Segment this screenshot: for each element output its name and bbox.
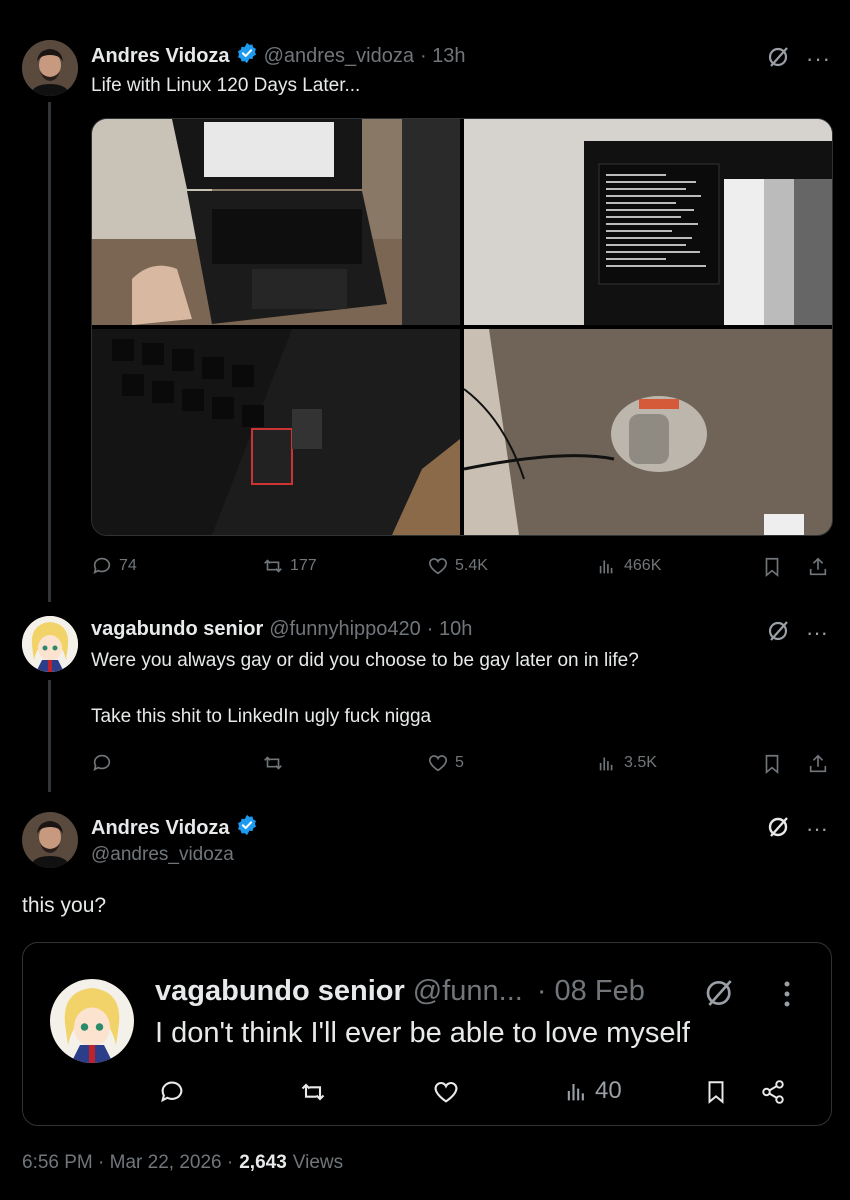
quoted-avatar[interactable] [50, 979, 134, 1063]
like-icon [428, 558, 448, 575]
avatar-vagabundo[interactable] [22, 616, 78, 672]
reply-button[interactable]: 74 [91, 555, 137, 577]
more-icon[interactable]: ··· [806, 620, 828, 646]
retweet-icon [264, 559, 282, 573]
tweet-text: this you? [22, 894, 107, 917]
more-icon[interactable]: ··· [806, 816, 828, 842]
timestamp[interactable]: · 10h [427, 618, 473, 641]
like-count: 5.4K [455, 557, 488, 574]
avatar-andres[interactable] [22, 812, 78, 868]
verified-badge-icon [236, 42, 258, 70]
retweet-button[interactable]: 177 [262, 555, 317, 577]
more-icon[interactable]: ··· [806, 46, 831, 72]
media-image-terminal[interactable] [464, 119, 832, 325]
reply-icon[interactable] [157, 1077, 187, 1107]
like-count: 5 [455, 754, 464, 771]
author-name[interactable]: vagabundo senior [91, 618, 263, 641]
more-vertical-icon[interactable] [781, 979, 793, 1009]
verified-badge-icon [236, 814, 258, 842]
retweet-button[interactable] [262, 752, 284, 774]
like-icon [428, 755, 448, 772]
author-name[interactable]: Andres Vidoza [91, 817, 230, 840]
views-icon [599, 757, 613, 771]
grok-icon[interactable] [766, 44, 792, 70]
quoted-text: I don't think I'll ever be able to love … [155, 1017, 690, 1049]
tweet-text: Life with Linux 120 Days Later... [91, 75, 361, 96]
retweet-icon [264, 756, 282, 770]
views-icon [567, 1084, 584, 1101]
bookmark-icon[interactable] [760, 555, 784, 579]
bookmark-icon[interactable] [760, 752, 784, 776]
share-network-icon[interactable] [758, 1077, 788, 1107]
grok-icon[interactable] [766, 618, 792, 644]
views-count: 3.5K [624, 754, 657, 771]
footer-views-count: 2,643 [239, 1152, 287, 1173]
footer-timestamp[interactable]: 6:56 PM · Mar 22, 2026 · [22, 1152, 233, 1174]
grok-icon[interactable] [766, 814, 792, 840]
quoted-author-name[interactable]: vagabundo senior [155, 975, 405, 1008]
thread-line [48, 680, 51, 792]
tweet-footer: 6:56 PM · Mar 22, 2026 · 2,643 Views [22, 1152, 343, 1174]
thread-line [48, 102, 51, 602]
reply-button[interactable] [91, 752, 113, 774]
share-icon[interactable] [806, 555, 830, 579]
share-icon[interactable] [806, 752, 830, 776]
author-name[interactable]: Andres Vidoza [91, 45, 230, 68]
reply-icon [93, 754, 111, 771]
avatar-andres[interactable] [22, 40, 78, 96]
reply-count: 74 [119, 557, 137, 574]
quoted-timestamp[interactable]: · 08 Feb [537, 975, 645, 1008]
footer-views-label: Views [292, 1152, 344, 1173]
bookmark-icon[interactable] [701, 1077, 731, 1107]
quoted-tweet-card[interactable]: vagabundo senior @funn... · 08 Feb I don… [22, 942, 832, 1126]
media-image-laptop[interactable] [92, 119, 460, 325]
tweet1-header: Andres Vidoza @andres_vidoza · 13h [91, 42, 466, 70]
quoted-header: vagabundo senior @funn... · 08 Feb [155, 975, 645, 1008]
tweet2-header: vagabundo senior @funnyhippo420 · 10h [91, 618, 472, 641]
tweet3-header: Andres Vidoza [91, 814, 258, 842]
tweet-text-line1: Were you always gay or did you choose to… [91, 650, 639, 671]
views-button[interactable]: 40 [563, 1077, 622, 1105]
views-count: 40 [595, 1077, 622, 1104]
like-icon[interactable] [431, 1077, 461, 1107]
author-handle[interactable]: @funnyhippo420 [269, 618, 421, 641]
retweet-icon[interactable] [298, 1077, 328, 1107]
retweet-count: 177 [290, 557, 317, 574]
like-button[interactable]: 5 [427, 752, 464, 774]
tweet-text-line2: Take this shit to LinkedIn ugly fuck nig… [91, 706, 432, 727]
reply-icon [93, 557, 111, 574]
author-handle[interactable]: @andres_vidoza [91, 844, 234, 866]
quoted-author-handle[interactable]: @funn... [413, 975, 523, 1008]
timestamp[interactable]: · 13h [420, 45, 466, 68]
grok-icon[interactable] [703, 976, 737, 1010]
media-image-keyboard[interactable] [92, 329, 460, 535]
views-button[interactable]: 466K [596, 555, 661, 577]
views-count: 466K [624, 557, 662, 574]
views-icon [599, 560, 613, 574]
like-button[interactable]: 5.4K [427, 555, 488, 577]
author-handle[interactable]: @andres_vidoza [264, 45, 414, 68]
views-button[interactable]: 3.5K [596, 752, 657, 774]
media-image-mouse[interactable] [464, 329, 832, 535]
media-grid[interactable] [91, 118, 833, 536]
